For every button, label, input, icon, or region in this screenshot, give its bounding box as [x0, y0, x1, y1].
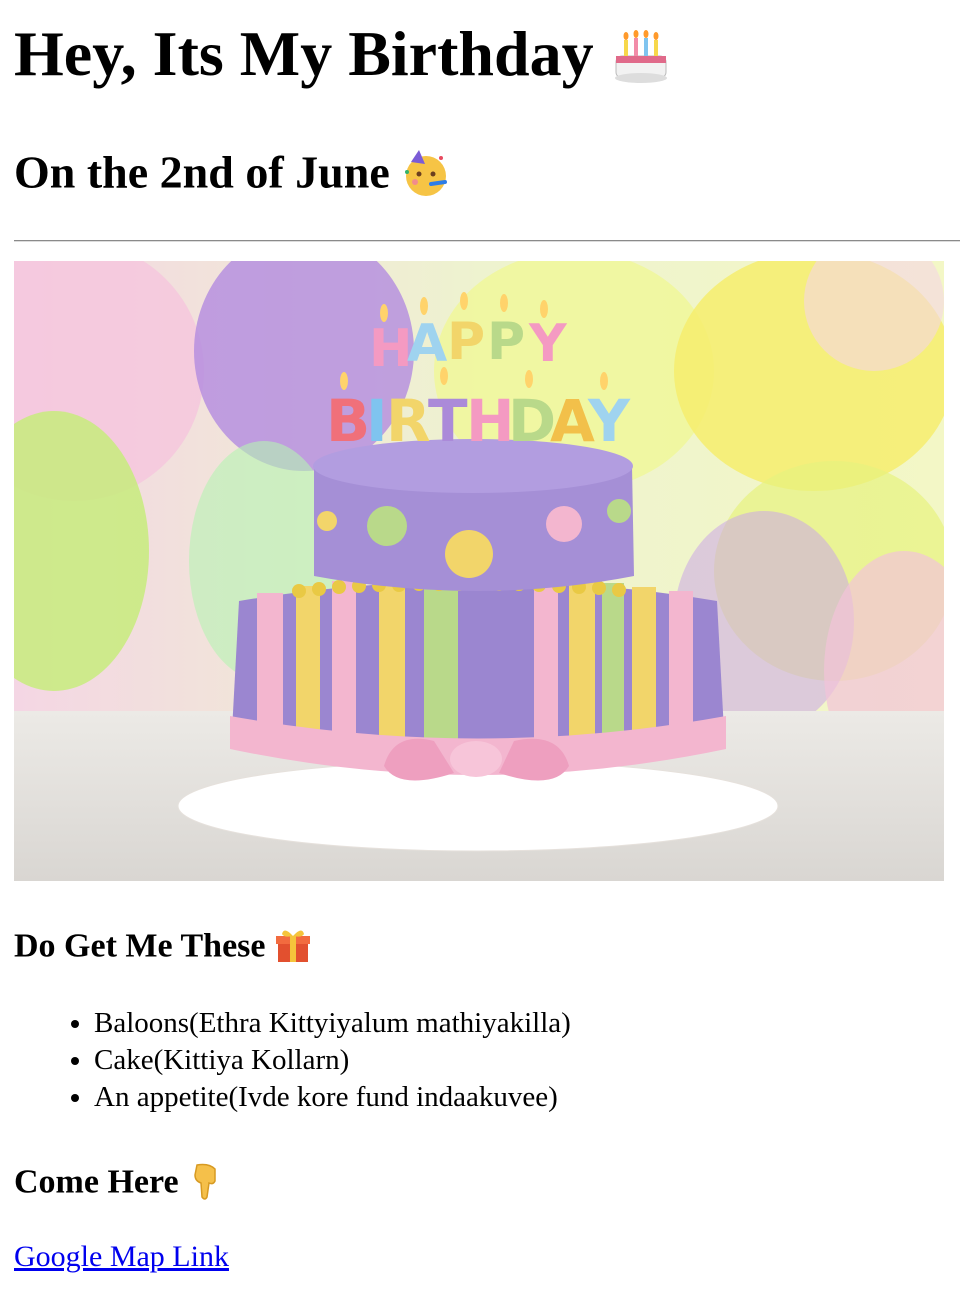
gift-list: Baloons(Ethra Kittyiyalum mathiyakilla) … — [0, 1005, 571, 1116]
pointing-down-emoji-icon — [187, 1161, 223, 1208]
gift-emoji-icon — [274, 926, 312, 971]
svg-text:Y: Y — [587, 387, 631, 455]
google-map-link[interactable]: Google Map Link — [14, 1240, 229, 1274]
birthday-cake-photo: H A P P Y B I R T H D A Y — [14, 261, 944, 881]
svg-text:H: H — [369, 319, 413, 379]
gifts-heading-text: Do Get Me These — [14, 927, 266, 965]
svg-text:B: B — [326, 387, 370, 455]
svg-text:D: D — [508, 387, 556, 455]
cake-emoji-icon — [610, 24, 672, 97]
page-title: Hey, Its My Birthday — [14, 22, 672, 97]
svg-text:P: P — [447, 312, 485, 372]
svg-text:P: P — [487, 312, 525, 372]
page-title-text: Hey, Its My Birthday — [14, 18, 594, 89]
list-item: Baloons(Ethra Kittyiyalum mathiyakilla) — [94, 1005, 571, 1042]
location-heading: Come Here — [14, 1161, 223, 1208]
list-item: Cake(Kittiya Kollarn) — [94, 1042, 571, 1079]
svg-text:I: I — [366, 387, 388, 455]
party-face-emoji-icon — [401, 148, 451, 206]
page-subtitle: On the 2nd of June — [14, 148, 451, 206]
gifts-heading: Do Get Me These — [14, 926, 312, 971]
svg-text:R: R — [386, 387, 431, 455]
page-subtitle-text: On the 2nd of June — [14, 146, 390, 198]
list-item: An appetite(Ivde kore fund indaakuvee) — [94, 1079, 571, 1116]
svg-text:T: T — [428, 387, 468, 455]
location-heading-text: Come Here — [14, 1163, 179, 1201]
horizontal-divider — [14, 240, 960, 242]
svg-text:Y: Y — [528, 314, 568, 374]
svg-text:A: A — [407, 314, 447, 374]
